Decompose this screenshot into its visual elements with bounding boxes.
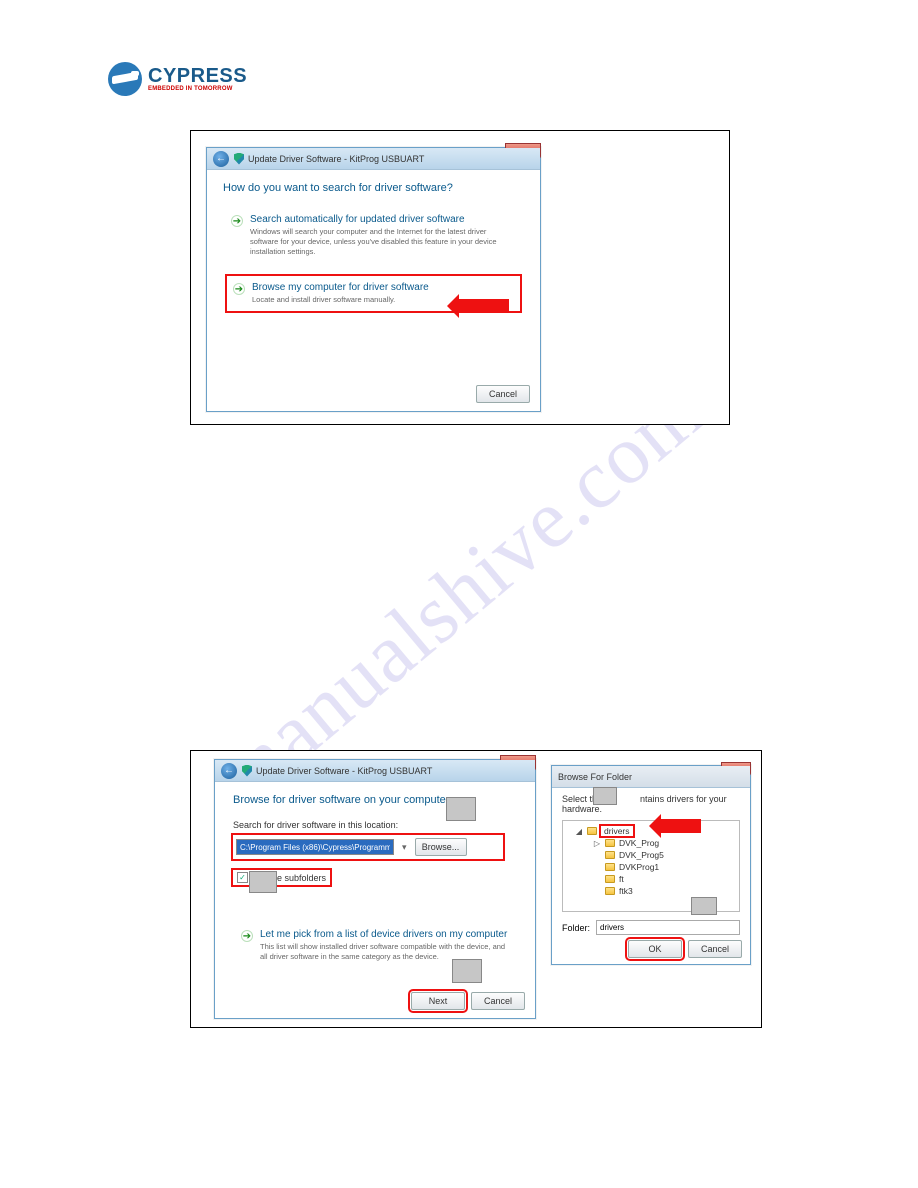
logo-icon xyxy=(108,62,142,96)
titlebar: Browse For Folder xyxy=(552,766,750,788)
redaction-box xyxy=(249,871,277,893)
tree-node[interactable]: DVKProg1 xyxy=(619,862,659,872)
browse-for-folder-dialog: ✕ Browse For Folder Select the fontains … xyxy=(551,765,751,965)
path-input[interactable] xyxy=(236,839,394,855)
folder-icon xyxy=(605,839,615,847)
titlebar: ← Update Driver Software - KitProg USBUA… xyxy=(215,760,535,782)
folder-label: Folder: xyxy=(562,923,590,933)
cancel-button[interactable]: Cancel xyxy=(476,385,530,403)
tree-node[interactable]: ft xyxy=(619,874,624,884)
redaction-box xyxy=(446,797,476,821)
browse-button[interactable]: Browse... xyxy=(415,838,467,856)
checkbox-icon: ✓ xyxy=(237,872,248,883)
brand-logo: CYPRESS EMBEDDED IN TOMORROW xyxy=(108,62,247,96)
option-search-auto[interactable]: ➔ Search automatically for updated drive… xyxy=(225,208,522,262)
dialog-title: Browse For Folder xyxy=(558,772,632,782)
redaction-box xyxy=(593,787,617,805)
folder-icon xyxy=(605,863,615,871)
ok-button[interactable]: OK xyxy=(628,940,682,958)
redaction-box xyxy=(452,959,482,983)
expand-icon[interactable]: ▷ xyxy=(593,839,601,848)
figure-2-frame: ✕ ← Update Driver Software - KitProg USB… xyxy=(190,750,762,1028)
folder-icon xyxy=(605,887,615,895)
shield-icon xyxy=(242,765,252,777)
callout-arrow xyxy=(459,299,509,313)
dropdown-icon[interactable]: ▾ xyxy=(402,842,407,853)
expand-icon[interactable]: ◢ xyxy=(575,827,583,836)
arrow-icon: ➔ xyxy=(233,283,245,295)
folder-icon xyxy=(605,875,615,883)
tree-node[interactable]: DVK_Prog xyxy=(619,838,659,848)
back-icon[interactable]: ← xyxy=(221,763,237,779)
arrow-icon: ➔ xyxy=(241,930,253,942)
folder-icon xyxy=(605,851,615,859)
tree-node[interactable]: ftk3 xyxy=(619,886,633,896)
brand-name: CYPRESS xyxy=(148,66,247,86)
option-title: Let me pick from a list of device driver… xyxy=(260,929,509,940)
dialog-heading: How do you want to search for driver sof… xyxy=(223,182,524,194)
cancel-button[interactable]: Cancel xyxy=(471,992,525,1010)
dialog-title: Update Driver Software - KitProg USBUART xyxy=(256,766,432,776)
include-subfolders-checkbox[interactable]: ✓ Include subfolders xyxy=(233,870,330,885)
cancel-button[interactable]: Cancel xyxy=(688,940,742,958)
prompt-text: Select the fontains drivers for your har… xyxy=(552,788,750,816)
next-button[interactable]: Next xyxy=(411,992,465,1010)
option-title: Search automatically for updated driver … xyxy=(250,214,516,225)
update-driver-dialog-1: ✕ ← Update Driver Software - KitProg USB… xyxy=(206,147,541,412)
location-label: Search for driver software in this locat… xyxy=(233,820,517,830)
button-row: Next Cancel xyxy=(411,992,525,1010)
folder-icon xyxy=(587,827,597,835)
titlebar: ← Update Driver Software - KitProg USBUA… xyxy=(207,148,540,170)
dialog-title: Update Driver Software - KitProg USBUART xyxy=(248,154,424,164)
figure-1-frame: ✕ ← Update Driver Software - KitProg USB… xyxy=(190,130,730,425)
tree-node[interactable]: DVK_Prog5 xyxy=(619,850,664,860)
back-icon[interactable]: ← xyxy=(213,151,229,167)
callout-arrow xyxy=(661,819,701,833)
option-description: Locate and install driver software manua… xyxy=(252,295,429,305)
brand-tagline: EMBEDDED IN TOMORROW xyxy=(148,86,247,92)
tree-node-drivers[interactable]: drivers xyxy=(601,826,633,836)
arrow-icon: ➔ xyxy=(231,215,243,227)
option-description: Windows will search your computer and th… xyxy=(250,227,516,256)
redaction-box xyxy=(691,897,717,915)
folder-name-input[interactable] xyxy=(596,920,740,935)
shield-icon xyxy=(234,153,244,165)
option-title: Browse my computer for driver software xyxy=(252,282,429,293)
